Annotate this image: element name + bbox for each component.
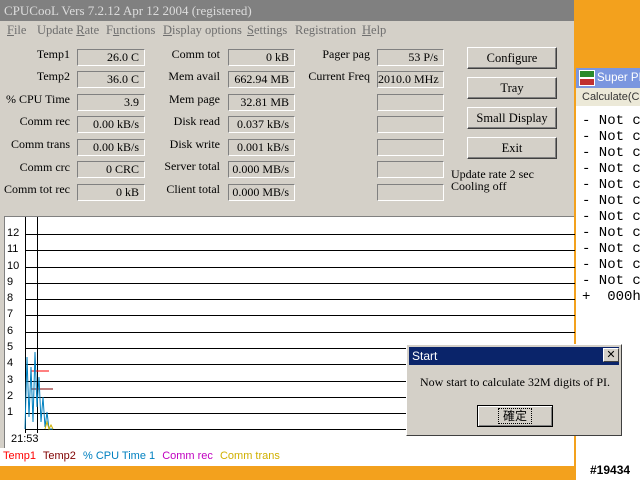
legend-comm-trans: Comm trans — [219, 450, 280, 462]
ok-button-label: 確定 — [497, 408, 533, 424]
value-disk-read: 0.037 kB/s — [228, 116, 295, 133]
small-display-button[interactable]: Small Display — [467, 107, 557, 129]
value-comm-tot: 0 kB — [228, 49, 295, 66]
superpi-titlebar: Super PI — [576, 68, 640, 88]
value-mem-page: 32.81 MB — [228, 94, 295, 111]
menu-display-options[interactable]: Display options — [163, 23, 242, 38]
value-slot-4 — [377, 116, 444, 133]
value-disk-write: 0.001 kB/s — [228, 139, 295, 156]
superpi-result-line: - Not c — [582, 225, 640, 241]
label-disk-write: Disk write — [169, 137, 220, 151]
label-mem-page: Mem page — [169, 92, 220, 106]
label-mem-avail: Mem avail — [168, 69, 220, 83]
menu-update-rate[interactable]: Update Rate — [37, 23, 99, 38]
value-cpu-time: 3.9 — [77, 94, 145, 111]
superpi-menu-calculate[interactable]: Calculate(C — [576, 88, 640, 106]
superpi-logo-icon — [579, 70, 595, 86]
menu-help[interactable]: Help — [362, 23, 386, 38]
legend-cpu-time: % CPU Time 1 — [82, 450, 156, 462]
value-comm-crc: 0 CRC — [77, 161, 145, 178]
value-server-total: 0.000 MB/s — [228, 161, 295, 178]
value-comm-trans: 0.00 kB/s — [77, 139, 145, 156]
value-temp1: 26.0 C — [77, 49, 145, 66]
exit-button[interactable]: Exit — [467, 137, 557, 159]
label-current-freq: Current Freq — [308, 69, 370, 83]
menu-bar: File Update Rate Functions Display optio… — [0, 21, 574, 40]
value-temp2: 36.0 C — [77, 71, 145, 88]
menu-file[interactable]: File — [7, 23, 26, 38]
tray-button[interactable]: Tray — [467, 77, 557, 99]
value-current-freq: 2010.0 MHz — [377, 71, 444, 88]
label-comm-trans: Comm trans — [11, 137, 70, 151]
superpi-result-line: - Not c — [582, 145, 640, 161]
value-slot-5 — [377, 139, 444, 156]
cooling-status-text: Cooling off — [451, 179, 507, 193]
start-dialog: Start ✕ Now start to calculate 32M digit… — [406, 344, 622, 436]
menu-functions[interactable]: Functions — [106, 23, 155, 38]
value-slot-3 — [377, 94, 444, 111]
superpi-result-line: - Not c — [582, 257, 640, 273]
superpi-result-line: - Not c — [582, 241, 640, 257]
superpi-result-line: - Not c — [582, 273, 640, 289]
window-title: CPUCooL Vers 7.2.12 Apr 12 2004 (registe… — [0, 0, 574, 21]
superpi-result-line: - Not c — [582, 209, 640, 225]
label-client-total: Client total — [166, 182, 220, 196]
label-server-total: Server total — [164, 159, 220, 173]
dialog-message: Now start to calculate 32M digits of PI. — [420, 375, 610, 389]
label-comm-tot: Comm tot — [171, 47, 220, 61]
legend-temp2: Temp2 — [42, 450, 76, 462]
dialog-close-icon[interactable]: ✕ — [603, 348, 619, 362]
value-pager-pag: 53 P/s — [377, 49, 444, 66]
menu-registration[interactable]: Registration — [295, 23, 356, 38]
label-comm-crc: Comm crc — [19, 160, 70, 174]
label-pager-pag: Pager pag — [322, 47, 370, 61]
label-temp2: Temp2 — [36, 69, 70, 83]
label-comm-rec: Comm rec — [19, 114, 70, 128]
value-comm-rec: 0.00 kB/s — [77, 116, 145, 133]
label-disk-read: Disk read — [173, 114, 220, 128]
graph-time-label: 21:53 — [11, 433, 39, 445]
superpi-result-line: - Not c — [582, 193, 640, 209]
configure-button[interactable]: Configure — [467, 47, 557, 69]
superpi-result-line: - Not c — [582, 129, 640, 145]
dialog-title: Start — [409, 347, 619, 365]
label-temp1: Temp1 — [36, 47, 70, 61]
legend-temp1: Temp1 — [3, 450, 37, 462]
graph-legend: Temp1 Temp2 % CPU Time 1 Comm rec Comm t… — [0, 448, 574, 466]
superpi-result-line: - Not c — [582, 113, 640, 129]
label-comm-tot-rec: Comm tot rec — [4, 182, 70, 196]
value-client-total: 0.000 MB/s — [228, 184, 295, 201]
watermark-text: #19434 — [590, 463, 631, 477]
value-comm-tot-rec: 0 kB — [77, 184, 145, 201]
menu-settings[interactable]: Settings — [247, 23, 287, 38]
value-slot-7 — [377, 184, 444, 201]
ok-button[interactable]: 確定 — [477, 405, 553, 427]
label-cpu-time: % CPU Time — [5, 92, 70, 106]
superpi-result-line: - Not c — [582, 161, 640, 177]
legend-comm-rec: Comm rec — [162, 450, 213, 462]
value-slot-6 — [377, 161, 444, 178]
superpi-result-line: + 000h — [582, 289, 640, 305]
superpi-result-line: - Not c — [582, 177, 640, 193]
superpi-title: Super PI — [597, 72, 640, 84]
cpu-time-trace — [24, 351, 53, 430]
value-mem-avail: 662.94 MB — [228, 71, 295, 88]
